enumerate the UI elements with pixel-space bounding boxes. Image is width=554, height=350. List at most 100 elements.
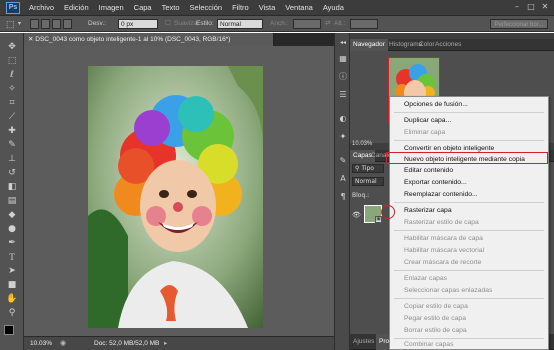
brush-panel-icon[interactable]: ✎ bbox=[337, 155, 349, 167]
highlight-circle bbox=[381, 205, 395, 219]
menu-filtro[interactable]: Filtro bbox=[227, 3, 254, 12]
navigator-zoom[interactable]: 10.03% bbox=[352, 141, 372, 147]
lasso-tool-icon[interactable]: ℓ bbox=[5, 69, 19, 81]
menu-item-convert-smart-object[interactable]: Convertir en objeto inteligente bbox=[404, 145, 494, 152]
close-icon[interactable]: ✕ bbox=[538, 1, 552, 13]
feather-input[interactable]: 0 px bbox=[118, 19, 158, 29]
menu-item-copy-layer-style: Copiar estilo de capa bbox=[404, 303, 468, 310]
smart-object-icon: ▣ bbox=[375, 216, 382, 223]
menu-item-paste-layer-style: Pegar estilo de capa bbox=[404, 315, 466, 322]
foreground-color-swatch[interactable] bbox=[4, 325, 14, 335]
blend-mode-select[interactable]: Normal bbox=[352, 177, 384, 186]
eyedropper-icon[interactable]: ⟋ bbox=[5, 111, 19, 123]
menu-item-duplicate-layer[interactable]: Duplicar capa... bbox=[404, 117, 451, 124]
document-tab-title: DSC_0043 como objeto inteligente-1 al 10… bbox=[35, 36, 231, 43]
shape-tool-icon[interactable]: ■ bbox=[5, 279, 19, 291]
add-selection-icon[interactable] bbox=[41, 19, 50, 29]
eraser-icon[interactable]: ◧ bbox=[5, 181, 19, 193]
status-arrow-icon[interactable]: ▸ bbox=[164, 339, 167, 347]
menu-item-replace-contents[interactable]: Reemplazar contenido... bbox=[404, 191, 478, 198]
layer-filter-label: Tipo bbox=[361, 165, 374, 172]
panel-dock: ◂◂ ▦ ⓘ ☰ ◐ ✦ ✎ A ¶ bbox=[334, 33, 350, 350]
properties-icon[interactable]: ☰ bbox=[337, 89, 349, 101]
menu-item-export-contents[interactable]: Exportar contenido... bbox=[404, 179, 467, 186]
menu-separator bbox=[394, 338, 544, 339]
menu-separator bbox=[394, 140, 544, 141]
maximize-icon[interactable]: □ bbox=[524, 1, 538, 13]
new-selection-icon[interactable] bbox=[30, 19, 39, 29]
menu-separator bbox=[394, 230, 544, 231]
menu-seleccion[interactable]: Selección bbox=[185, 3, 228, 12]
styles-icon[interactable]: ✦ bbox=[337, 131, 349, 143]
width-input[interactable] bbox=[293, 19, 321, 29]
clone-stamp-icon[interactable]: ⊥ bbox=[5, 153, 19, 165]
pen-tool-icon[interactable]: ✒ bbox=[5, 237, 19, 249]
menu-item-rasterize-layer-style: Rasterizar estilo de capa bbox=[404, 219, 479, 226]
style-select[interactable]: Normal bbox=[217, 19, 263, 29]
swap-icon[interactable]: ⇄ bbox=[325, 19, 330, 29]
menu-item-enable-layer-mask: Habilitar máscara de capa bbox=[404, 235, 483, 242]
height-label: Alt.: bbox=[334, 20, 346, 27]
doc-size[interactable]: Doc: 52,0 MB/52,0 MB bbox=[94, 340, 159, 347]
menu-vista[interactable]: Vista bbox=[254, 3, 281, 12]
menu-bar: Ps Archivo Edición Imagen Capa Texto Sel… bbox=[0, 0, 554, 16]
info-icon[interactable]: ⓘ bbox=[337, 71, 349, 83]
chevron-down-icon[interactable]: ▾ bbox=[18, 19, 21, 29]
menu-item-link-layers: Enlazar capas bbox=[404, 275, 448, 282]
tab-navegador[interactable]: Navegador bbox=[350, 39, 388, 51]
gradient-tool-icon[interactable]: ▤ bbox=[5, 195, 19, 207]
width-label: Anch.: bbox=[270, 20, 289, 27]
menu-separator bbox=[394, 202, 544, 203]
hand-tool-icon[interactable]: ✋ bbox=[5, 293, 19, 305]
tab-acciones[interactable]: Acciones bbox=[432, 39, 464, 51]
type-tool-icon[interactable]: T bbox=[5, 251, 19, 263]
adjustments-icon[interactable]: ◐ bbox=[337, 113, 349, 125]
menu-capa[interactable]: Capa bbox=[129, 3, 157, 12]
marquee-tool-icon[interactable]: ⬚ bbox=[6, 19, 15, 29]
menu-ayuda[interactable]: Ayuda bbox=[318, 3, 349, 12]
marquee-tool-icon[interactable]: ⬚ bbox=[5, 55, 19, 67]
tab-ajustes[interactable]: Ajustes bbox=[350, 334, 377, 350]
menu-item-blending-options[interactable]: Opciones de fusión... bbox=[404, 101, 468, 108]
photoshop-logo: Ps bbox=[6, 1, 20, 14]
history-brush-icon[interactable]: ↺ bbox=[5, 167, 19, 179]
antialias-checkbox[interactable]: ☐ bbox=[165, 19, 171, 29]
crop-tool-icon[interactable]: ⌗ bbox=[5, 97, 19, 109]
document-tab[interactable]: ✕ DSC_0043 como objeto inteligente-1 al … bbox=[24, 33, 274, 46]
menu-item-rasterize-layer[interactable]: Rasterizar capa bbox=[404, 207, 452, 214]
menu-item-edit-contents[interactable]: Editar contenido bbox=[404, 167, 453, 174]
height-input[interactable] bbox=[350, 19, 378, 29]
menu-separator bbox=[394, 112, 544, 113]
layer-filter-select[interactable]: ⚲ Tipo bbox=[352, 164, 384, 173]
dodge-tool-icon[interactable]: ● bbox=[5, 223, 19, 235]
paragraph-icon[interactable]: ¶ bbox=[337, 191, 349, 203]
magic-wand-icon[interactable]: ✧ bbox=[5, 83, 19, 95]
minimize-icon[interactable]: – bbox=[510, 1, 524, 13]
status-icon[interactable]: ◉ bbox=[60, 339, 66, 347]
menu-edicion[interactable]: Edición bbox=[59, 3, 94, 12]
brush-tool-icon[interactable]: ✎ bbox=[5, 139, 19, 151]
menu-archivo[interactable]: Archivo bbox=[24, 3, 59, 12]
lock-label: Bloq.: bbox=[352, 192, 370, 199]
healing-brush-icon[interactable]: ✚ bbox=[5, 125, 19, 137]
toolbox: ✥ ⬚ ℓ ✧ ⌗ ⟋ ✚ ✎ ⊥ ↺ ◧ ▤ ◆ ● ✒ T ➤ ■ ✋ ⚲ bbox=[0, 33, 24, 350]
path-select-icon[interactable]: ➤ bbox=[5, 265, 19, 277]
photo-canvas[interactable] bbox=[88, 66, 263, 328]
menu-item-select-linked-layers: Seleccionar capas enlazadas bbox=[404, 287, 493, 294]
menu-ventana[interactable]: Ventana bbox=[280, 3, 318, 12]
zoom-tool-icon[interactable]: ⚲ bbox=[5, 307, 19, 319]
move-tool-icon[interactable]: ✥ bbox=[5, 41, 19, 53]
character-icon[interactable]: A bbox=[337, 173, 349, 185]
menu-separator bbox=[394, 298, 544, 299]
subtract-selection-icon[interactable] bbox=[52, 19, 61, 29]
history-icon[interactable]: ▦ bbox=[337, 53, 349, 65]
refine-edge-button[interactable]: Perfeccionar bor... bbox=[490, 19, 548, 29]
zoom-level[interactable]: 10.03% bbox=[30, 340, 52, 347]
menu-imagen[interactable]: Imagen bbox=[94, 3, 129, 12]
blur-tool-icon[interactable]: ◆ bbox=[5, 209, 19, 221]
style-label: Estilo: bbox=[196, 20, 214, 27]
collapse-icon[interactable]: ◂◂ bbox=[337, 37, 349, 49]
intersect-selection-icon[interactable] bbox=[63, 19, 72, 29]
visibility-eye-icon[interactable]: 👁 bbox=[352, 211, 361, 219]
menu-texto[interactable]: Texto bbox=[157, 3, 185, 12]
